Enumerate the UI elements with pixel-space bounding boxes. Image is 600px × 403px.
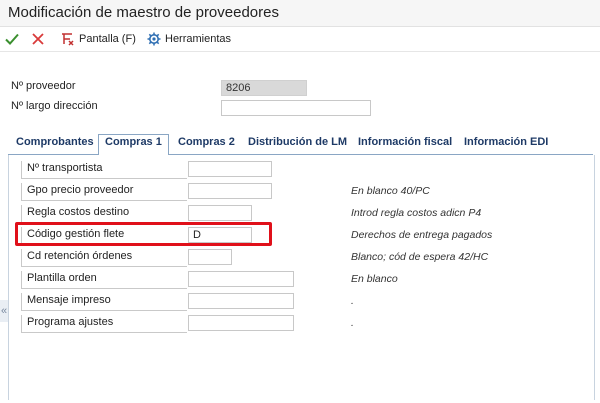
field-label: Plantilla orden [21,271,187,289]
field-label: Nº transportista [21,161,187,179]
herramientas-label: Herramientas [165,33,232,45]
tab-bar: Comprobantes Compras 1 Compras 2 Distrib… [8,134,593,156]
field-label: Cd retención órdenes [21,249,187,267]
cancel-button[interactable] [30,29,46,49]
field-hint: Derechos de entrega pagados [351,229,493,241]
toolbar: Pantalla (F) Herramientas [0,27,600,52]
field-hint: En blanco 40/PC [351,185,430,197]
tab-comprobantes[interactable]: Comprobantes [14,136,96,153]
field-label: Gpo precio proveedor [21,183,187,201]
tab-informacion-edi[interactable]: Información EDI [462,136,550,153]
transportista-input[interactable] [188,161,272,177]
cd-retencion-input[interactable] [188,249,232,265]
x-icon [32,33,44,45]
regla-costos-input[interactable] [188,205,252,221]
title-bar: Modificación de maestro de proveedores [0,0,600,27]
ok-button[interactable] [4,29,20,49]
largo-direccion-field[interactable] [221,100,371,116]
codigo-gestion-flete-input[interactable] [188,227,252,243]
field-hint: . [351,317,354,329]
programa-ajustes-input[interactable] [188,315,294,331]
proveedor-label: Nº proveedor [11,80,76,92]
gpo-precio-input[interactable] [188,183,272,199]
pantalla-label: Pantalla (F) [79,33,136,45]
collapse-handle[interactable]: « [0,300,8,322]
compras-1-panel: Nº transportista Gpo precio proveedor En… [8,155,595,400]
field-hint: . [351,295,354,307]
field-label: Código gestión flete [21,227,187,245]
tab-distribucion-lm[interactable]: Distribución de LM [246,136,349,153]
field-hint: En blanco [351,273,398,285]
herramientas-menu-button[interactable]: Herramientas [146,29,231,49]
header-fields: Nº proveedor Nº largo dirección [0,52,600,127]
gear-icon [147,32,161,46]
window-title: Modificación de maestro de proveedores [8,4,279,21]
plantilla-orden-input[interactable] [188,271,294,287]
tab-informacion-fiscal[interactable]: Información fiscal [356,136,454,153]
field-label: Programa ajustes [21,315,187,333]
tab-compras-1[interactable]: Compras 1 [98,134,169,156]
field-label: Regla costos destino [21,205,187,223]
mensaje-impreso-input[interactable] [188,293,294,309]
checkmark-icon [5,33,19,45]
largo-direccion-label: Nº largo dirección [11,100,98,112]
proveedor-field[interactable] [221,80,307,96]
tab-compras-2[interactable]: Compras 2 [176,136,237,153]
field-hint: Introd regla costos adicn P4 [351,207,482,219]
pantalla-menu-button[interactable]: Pantalla (F) [60,29,136,49]
screen-form-icon [62,33,74,46]
field-label: Mensaje impreso [21,293,187,311]
field-hint: Blanco; cód de espera 42/HC [351,251,489,263]
